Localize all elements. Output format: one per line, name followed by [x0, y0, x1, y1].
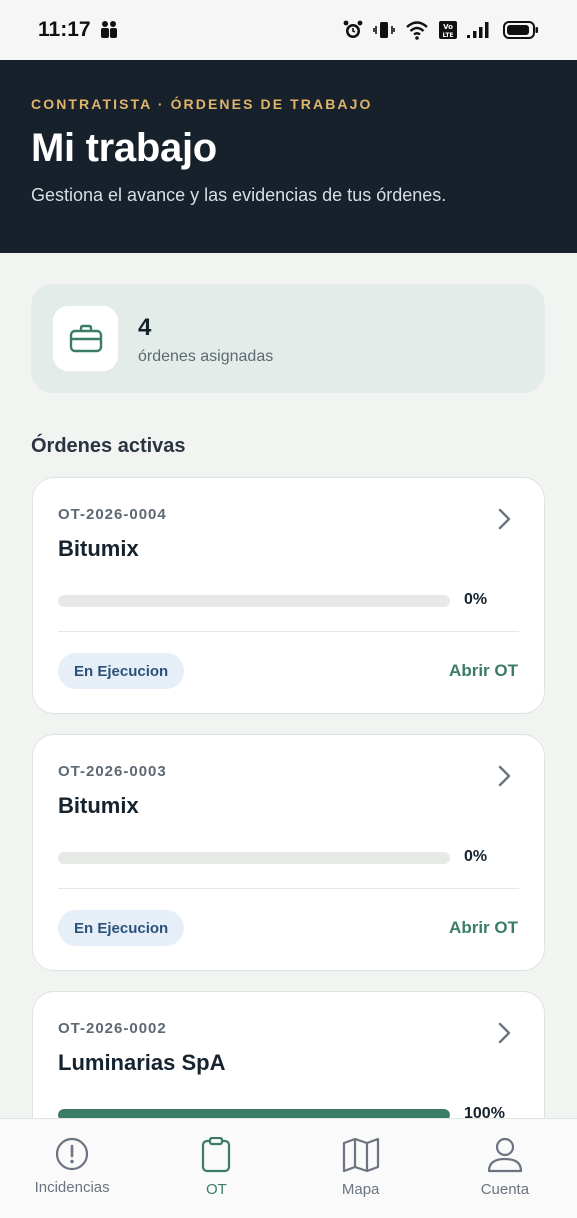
nav-label: Cuenta: [480, 1181, 530, 1198]
progress-percent: 0%: [464, 591, 488, 608]
status-time: 11:17: [38, 18, 91, 41]
order-contractor-name: Bitumix: [58, 793, 139, 818]
status-badge: En Ejecucion: [58, 653, 185, 689]
nav-item-ot[interactable]: OT: [144, 1119, 288, 1218]
battery-icon: [503, 21, 538, 39]
summary-icon-box: [53, 306, 118, 371]
map-icon: [342, 1137, 379, 1173]
clipboard-icon: [202, 1137, 231, 1173]
progress-bar: [58, 852, 450, 864]
order-card[interactable]: OT-2026-0004 Bitumix 0% En Ejecucion Abr…: [32, 477, 545, 714]
order-code: OT-2026-0002: [58, 1020, 167, 1037]
wifi-icon: [406, 21, 428, 40]
chevron-right-icon[interactable]: [498, 508, 512, 530]
alert-circle-icon: [56, 1137, 89, 1171]
signal-icon: [467, 22, 489, 38]
briefcase-icon: [69, 324, 102, 352]
progress-bar: [58, 595, 450, 607]
order-contractor-name: Bitumix: [58, 536, 139, 561]
bottom-navigation: Incidencias OT Mapa Cuenta: [0, 1118, 577, 1218]
chevron-right-icon[interactable]: [498, 1022, 512, 1044]
nav-label: Mapa: [341, 1181, 380, 1198]
nav-item-mapa[interactable]: Mapa: [289, 1119, 433, 1218]
status-badge: En Ejecucion: [58, 910, 185, 946]
chevron-right-icon[interactable]: [498, 765, 512, 787]
vibrate-icon: [373, 22, 395, 38]
nav-item-incidencias[interactable]: Incidencias: [0, 1119, 144, 1218]
nav-label: OT: [205, 1181, 227, 1198]
page-subtitle: Gestiona el avance y las evidencias de t…: [31, 185, 447, 205]
card-divider: [58, 888, 519, 889]
card-divider: [58, 631, 519, 632]
user-icon: [487, 1137, 522, 1173]
order-contractor-name: Luminarias SpA: [58, 1050, 226, 1075]
nav-label: Incidencias: [34, 1179, 110, 1196]
nav-item-cuenta[interactable]: Cuenta: [433, 1119, 577, 1218]
order-code: OT-2026-0004: [58, 506, 167, 523]
teams-icon: [100, 21, 117, 38]
status-bar-left: 11:17: [38, 18, 119, 42]
active-orders-heading: Órdenes activas: [31, 435, 186, 457]
assigned-orders-label: órdenes asignadas: [138, 348, 274, 365]
open-order-link[interactable]: Abrir OT: [449, 918, 518, 938]
svg-text:Vo: Vo: [443, 23, 453, 31]
status-bar: 11:17 Vo LTE: [0, 0, 577, 60]
status-bar-right: Vo LTE: [343, 20, 539, 40]
order-code: OT-2026-0003: [58, 763, 167, 780]
open-order-link[interactable]: Abrir OT: [449, 661, 518, 681]
svg-text:LTE: LTE: [442, 32, 453, 39]
volte-icon: VoLTE: [439, 21, 457, 39]
order-card[interactable]: OT-2026-0003 Bitumix 0% En Ejecucion Abr…: [32, 734, 545, 971]
assigned-orders-summary: 4 órdenes asignadas: [31, 284, 545, 393]
page-header: CONTRATISTA · ÓRDENES DE TRABAJO Mi trab…: [0, 60, 577, 253]
assigned-orders-count: 4: [138, 314, 152, 341]
progress-percent: 0%: [464, 848, 488, 865]
page-title: Mi trabajo: [31, 126, 217, 170]
alarm-icon: [343, 20, 363, 38]
header-eyebrow: CONTRATISTA · ÓRDENES DE TRABAJO: [31, 96, 373, 112]
